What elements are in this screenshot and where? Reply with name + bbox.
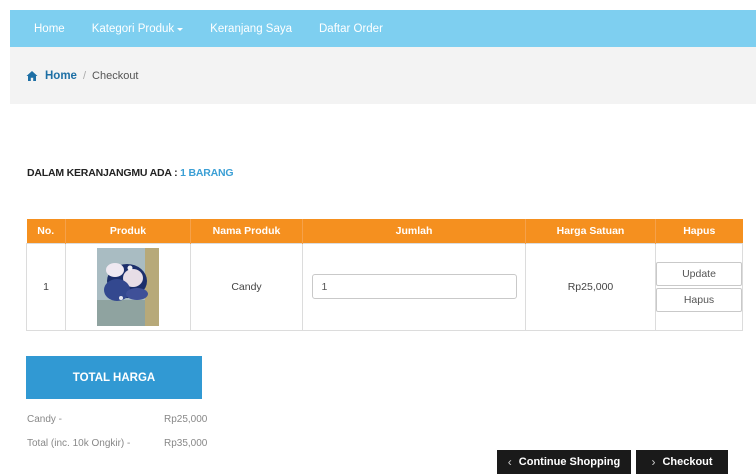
header-harga-satuan: Harga Satuan [525,219,656,243]
cart-count-label: DALAM KERANJANGMU ADA : [27,167,178,179]
cart-count-value: 1 BARANG [180,167,234,179]
unit-price: Rp25,000 [525,242,656,331]
checkout-button[interactable]: › Checkout [636,450,728,474]
checkout-label: Checkout [662,456,713,468]
cart-count-heading: DALAM KERANJANGMU ADA : 1 BARANG [27,167,234,179]
continue-shopping-button[interactable]: ‹ Continue Shopping [497,450,631,474]
product-image [97,247,159,326]
chevron-right-icon: › [651,455,656,469]
header-jumlah: Jumlah [302,219,526,243]
total-price-heading: TOTAL HARGA [26,356,202,399]
breadcrumb-separator: / [82,69,87,82]
quantity-cell [302,242,526,331]
nav-item-keranjang-saya[interactable]: Keranjang Saya [210,23,292,35]
home-icon [26,70,38,82]
cart-table: No. Produk Nama Produk Jumlah Harga Satu… [26,219,743,331]
header-hapus: Hapus [655,219,743,243]
chevron-left-icon: ‹ [507,455,512,469]
breadcrumb: Home / Checkout [10,47,756,104]
summary-total: Total (inc. 10k Ongkir) - Rp35,000 [27,438,207,449]
product-name: Candy [190,242,303,331]
caret-down-icon [177,27,184,31]
row-number: 1 [26,242,66,331]
summary-line-item-label: Candy - [27,414,63,425]
header-no: No. [26,219,66,243]
product-image-cell [65,242,191,331]
continue-shopping-label: Continue Shopping [518,456,621,468]
breadcrumb-current: Checkout [92,69,139,82]
nav-item-daftar-order[interactable]: Daftar Order [319,23,383,35]
cart-table-header-row: No. Produk Nama Produk Jumlah Harga Satu… [26,219,743,243]
summary-line-item: Candy - Rp25,000 [27,414,207,425]
summary-total-value: Rp35,000 [164,438,208,449]
summary-total-label: Total (inc. 10k Ongkir) - [27,438,131,449]
summary-line-item-value: Rp25,000 [164,414,208,425]
top-navbar: Home Kategori Produk Keranjang Saya Daft… [10,10,756,47]
nav-item-kategori-produk[interactable]: Kategori Produk [91,22,184,35]
header-produk: Produk [65,219,191,243]
quantity-input[interactable] [311,274,517,299]
table-row: 1 Candy Rp25,000 [26,242,743,331]
header-nama-produk: Nama Produk [190,219,303,243]
nav-item-kategori-produk-label: Kategori Produk [91,22,175,35]
breadcrumb-home-link[interactable]: Home [45,70,77,82]
delete-button[interactable]: Hapus [656,287,742,312]
actions-cell: Update Hapus [655,242,743,331]
update-button[interactable]: Update [656,261,742,286]
nav-item-home[interactable]: Home [34,23,65,35]
